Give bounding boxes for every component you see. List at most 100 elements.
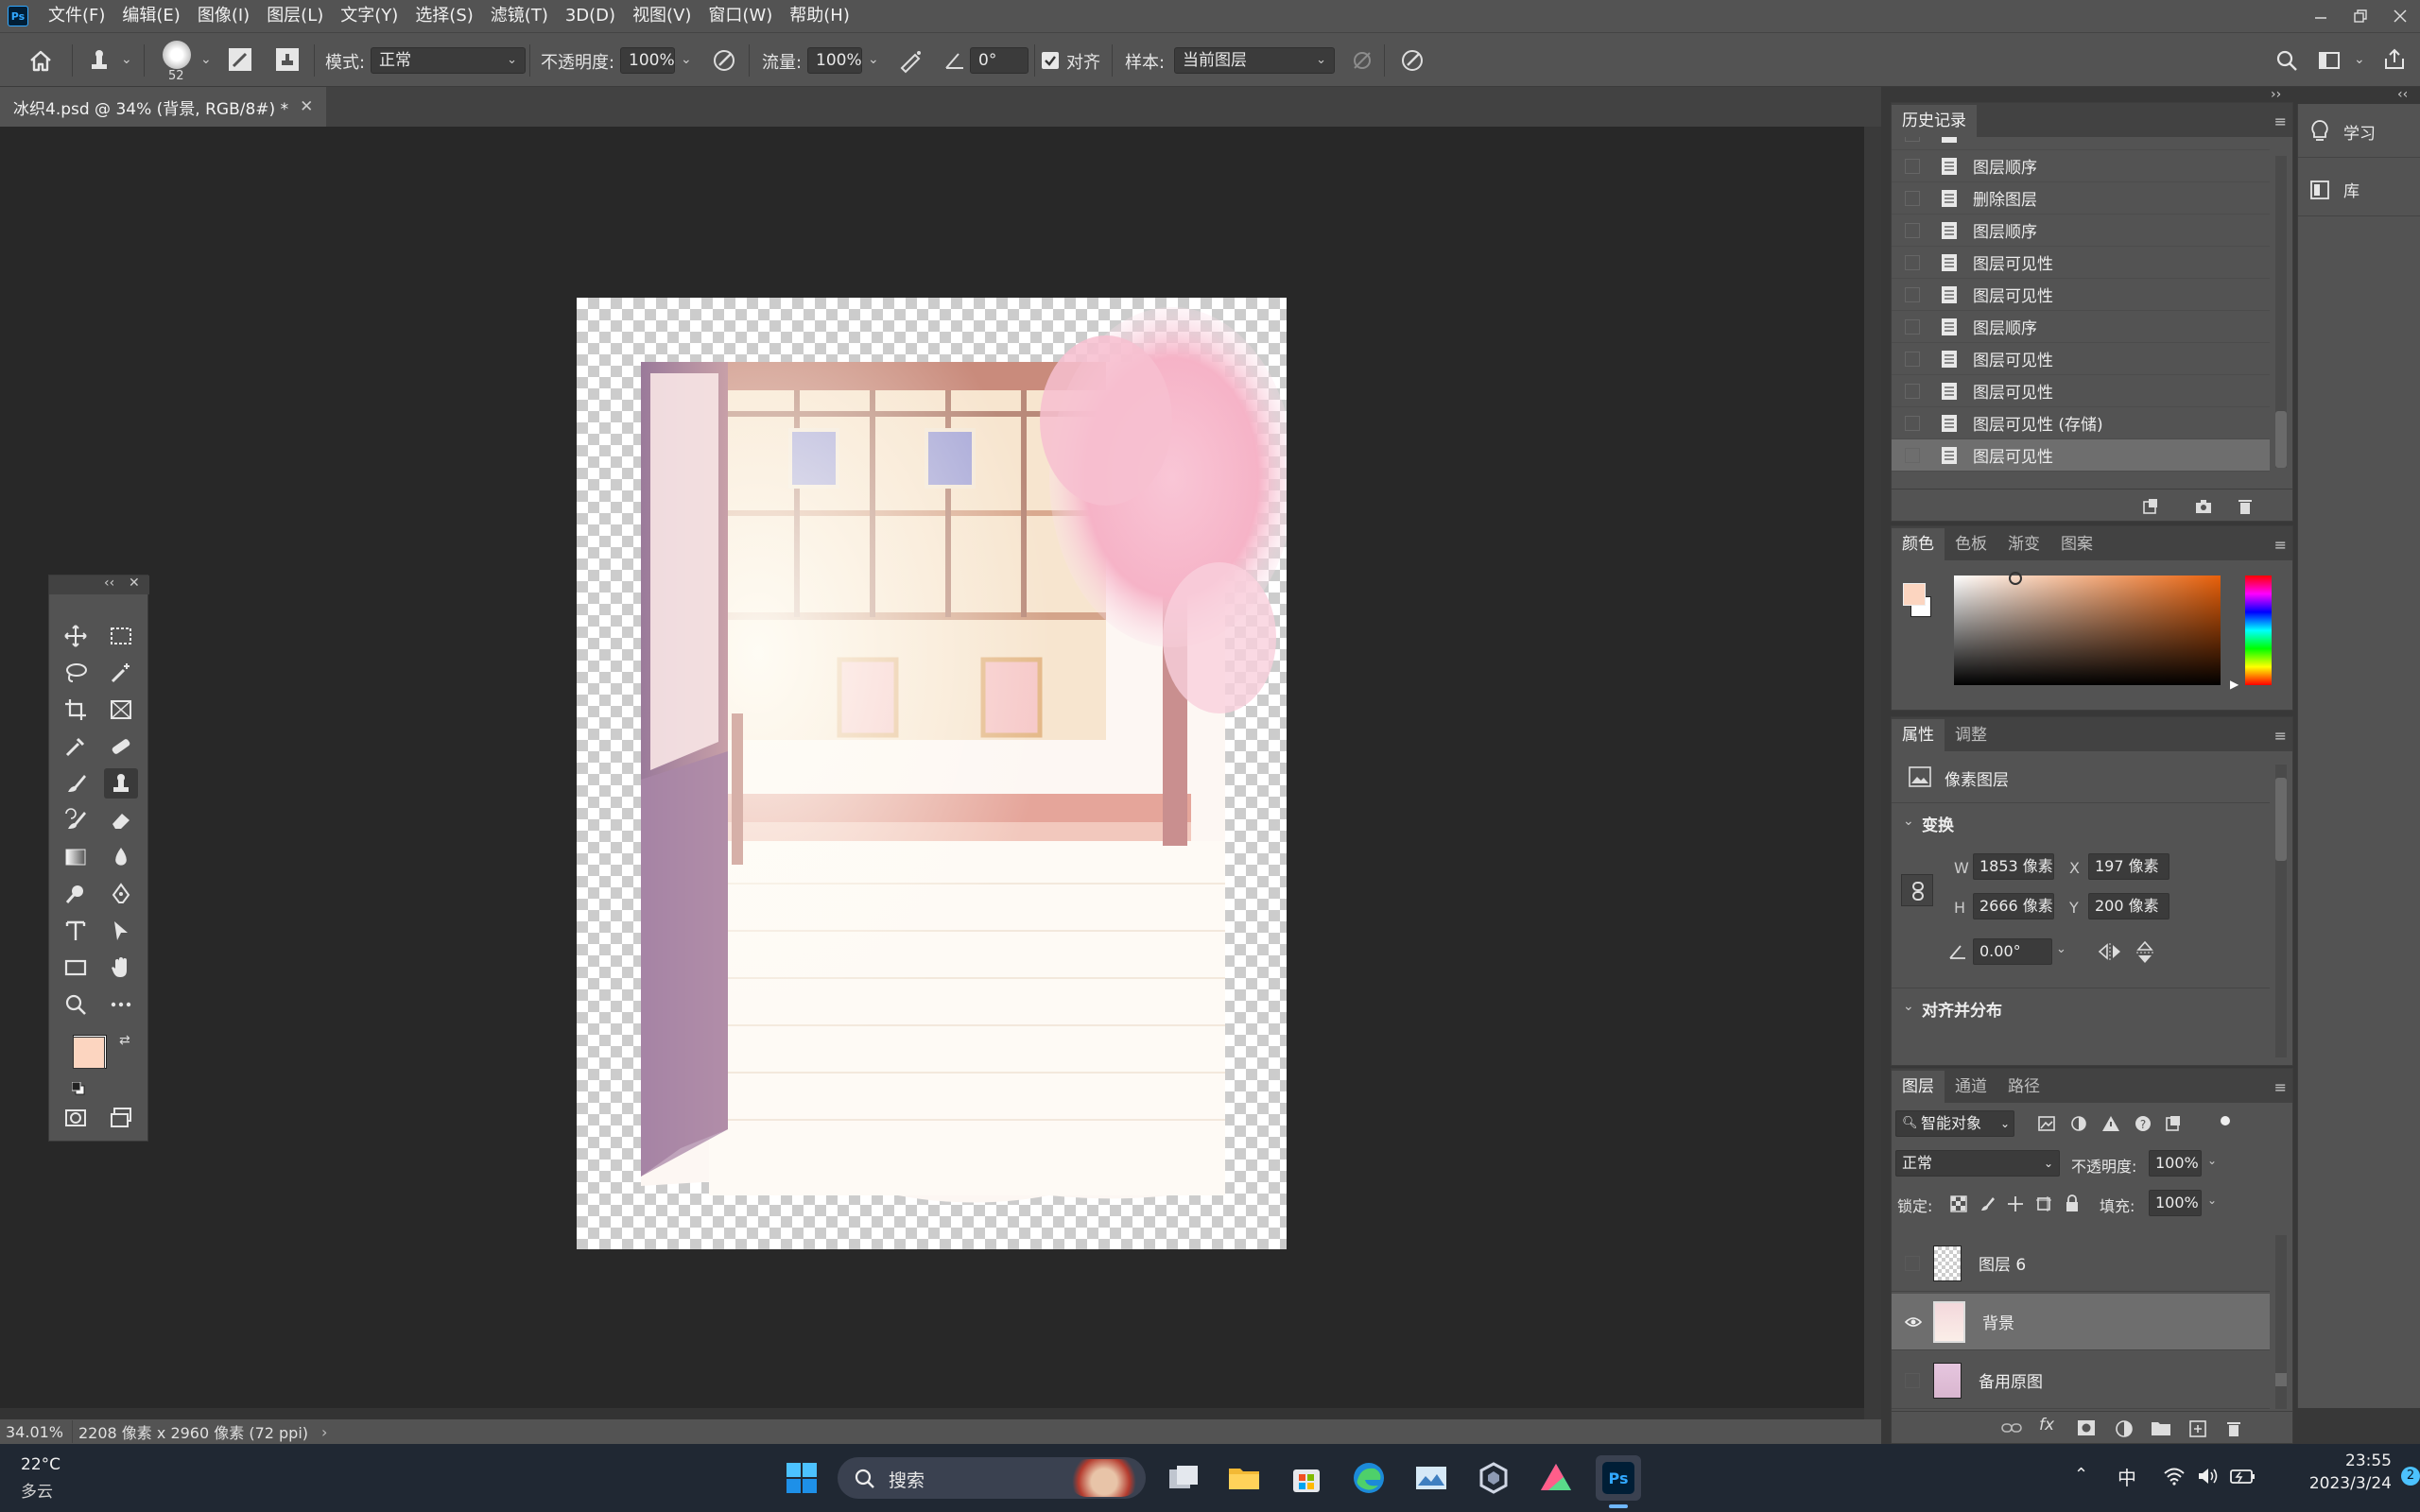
chevron-down-icon[interactable]: ⌄ <box>2207 1194 2217 1207</box>
layer-row[interactable]: 备用原图 <box>1892 1352 2270 1409</box>
fx-icon[interactable]: fx <box>2039 1416 2054 1435</box>
app-hexagon-icon[interactable] <box>1471 1455 1516 1501</box>
width-input[interactable]: 1853 像素 <box>1973 853 2054 880</box>
default-colors-icon[interactable] <box>72 1082 85 1095</box>
minimize-button[interactable] <box>2301 0 2341 32</box>
close-tab-icon[interactable]: ✕ <box>300 97 313 116</box>
more-tools-icon[interactable] <box>104 989 138 1020</box>
tab-paths[interactable]: 路径 <box>1997 1071 2050 1103</box>
brush-settings-icon[interactable] <box>227 46 253 73</box>
menu-layer[interactable]: 图层(L) <box>258 0 332 32</box>
history-item[interactable]: 图层可见性 <box>1892 343 2270 375</box>
chevron-down-icon[interactable]: ⌄ <box>2354 52 2365 67</box>
marquee-tool-icon[interactable] <box>104 621 138 651</box>
hue-marker-icon[interactable]: ▶ <box>2230 678 2238 691</box>
clone-source-icon[interactable] <box>274 46 301 73</box>
panel-menu-icon[interactable]: ≡ <box>2274 1078 2287 1096</box>
sample-select[interactable]: 当前图层 ⌄ <box>1174 47 1335 74</box>
menu-file[interactable]: 文件(F) <box>40 0 113 32</box>
wifi-icon[interactable] <box>2163 1467 2186 1486</box>
menu-select[interactable]: 选择(S) <box>406 0 481 32</box>
layer-name[interactable]: 图层 6 <box>1979 1251 2026 1275</box>
search-icon[interactable] <box>2274 48 2299 73</box>
link-dimensions-icon[interactable] <box>1901 874 1933 906</box>
clone-stamp-tool-icon[interactable] <box>104 768 138 799</box>
frame-tool-icon[interactable] <box>104 695 138 725</box>
align-distribute-title[interactable]: 对齐并分布 <box>1922 997 2002 1021</box>
tab-channels[interactable]: 通道 <box>1945 1071 1997 1103</box>
add-mask-icon[interactable] <box>2077 1419 2096 1436</box>
history-item[interactable]: 图层顺序 <box>1892 150 2270 182</box>
flip-horizontal-icon[interactable] <box>2098 942 2122 961</box>
photos-app-icon[interactable] <box>1409 1455 1454 1501</box>
document-canvas[interactable] <box>577 298 1287 1249</box>
layer-fill-input[interactable]: 100% <box>2149 1190 2202 1216</box>
lasso-tool-icon[interactable] <box>59 658 93 688</box>
home-icon[interactable] <box>26 46 55 75</box>
gradient-tool-icon[interactable] <box>59 842 93 872</box>
crop-tool-icon[interactable] <box>59 695 93 725</box>
history-checkbox[interactable] <box>1905 447 1920 463</box>
blur-tool-icon[interactable] <box>104 842 138 872</box>
collapse-panels-icon[interactable]: ›› <box>2271 87 2281 102</box>
edge-browser-icon[interactable] <box>1346 1455 1392 1501</box>
lock-all-icon[interactable] <box>2064 1194 2081 1212</box>
hue-slider[interactable] <box>2245 576 2272 685</box>
workspace-icon[interactable] <box>2318 49 2341 72</box>
tab-swatches[interactable]: 色板 <box>1945 528 1997 560</box>
healing-brush-tool-icon[interactable] <box>104 731 138 762</box>
chevron-up-icon[interactable]: ⌃ <box>2074 1465 2088 1485</box>
zoom-level[interactable]: 34.01% <box>0 1423 72 1441</box>
menu-image[interactable]: 图像(I) <box>189 0 258 32</box>
history-checkbox[interactable] <box>1905 254 1920 270</box>
panel-menu-icon[interactable]: ≡ <box>2274 112 2287 130</box>
pressure-size-icon[interactable] <box>1399 47 1426 74</box>
filter-smart-object-icon[interactable] <box>2164 1114 2183 1133</box>
libraries-button[interactable]: 库 <box>2309 178 2360 201</box>
chevron-down-icon[interactable]: ⌄ <box>1903 999 1914 1014</box>
layer-name[interactable]: 背景 <box>1982 1310 2014 1333</box>
trash-icon[interactable] <box>2236 497 2255 516</box>
history-scrollbar[interactable] <box>2275 156 2287 468</box>
notification-badge[interactable]: 2 <box>2401 1467 2420 1486</box>
filter-toggle-icon[interactable] <box>2221 1116 2230 1125</box>
history-checkbox[interactable] <box>1905 318 1920 335</box>
collapse-learn-icon[interactable]: ‹‹ <box>2397 87 2408 102</box>
dodge-tool-icon[interactable] <box>59 879 93 909</box>
history-item[interactable]: 图层顺序 <box>1892 215 2270 247</box>
lock-artboard-icon[interactable] <box>2035 1195 2052 1212</box>
status-expand-icon[interactable]: › <box>308 1423 327 1441</box>
layers-scrollbar[interactable] <box>2275 1235 2287 1409</box>
chevron-down-icon[interactable]: ⌄ <box>2056 942 2066 956</box>
angle-input[interactable]: 0° <box>970 47 1028 74</box>
properties-scrollbar[interactable] <box>2275 765 2287 1057</box>
chevron-down-icon[interactable]: ⌄ <box>1903 814 1914 829</box>
filter-pixel-icon[interactable] <box>2037 1114 2056 1133</box>
menu-edit[interactable]: 编辑(E) <box>113 0 188 32</box>
blend-mode-select[interactable]: 正常 ⌄ <box>1895 1150 2060 1177</box>
menu-view[interactable]: 视图(V) <box>624 0 700 32</box>
mode-select[interactable]: 正常 ⌄ <box>371 47 526 74</box>
volume-icon[interactable] <box>2197 1467 2220 1486</box>
brush-tool-icon[interactable] <box>59 768 93 799</box>
color-picker-field[interactable] <box>1954 576 2221 685</box>
history-item[interactable]: 图层可见性 <box>1892 375 2270 407</box>
x-input[interactable]: 197 像素 <box>2088 853 2169 880</box>
layer-name[interactable]: 备用原图 <box>1979 1368 2043 1392</box>
ime-indicator[interactable]: 中 <box>2118 1463 2136 1490</box>
history-item-selected[interactable]: 图层可见性 <box>1892 439 2270 472</box>
panel-menu-icon[interactable]: ≡ <box>2274 727 2287 745</box>
y-input[interactable]: 200 像素 <box>2088 893 2169 919</box>
screen-mode-icon[interactable] <box>104 1103 138 1133</box>
filter-help-icon[interactable]: ? <box>2134 1114 2152 1133</box>
history-checkbox[interactable] <box>1905 158 1920 174</box>
tab-adjustments[interactable]: 调整 <box>1945 719 1997 751</box>
rectangle-tool-icon[interactable] <box>59 953 93 983</box>
filter-warning-icon[interactable] <box>2101 1114 2120 1133</box>
chevron-down-icon[interactable]: ⌄ <box>2207 1154 2217 1167</box>
weather-widget[interactable]: 22°C 多云 <box>21 1455 60 1502</box>
menu-help[interactable]: 帮助(H) <box>781 0 858 32</box>
swap-colors-icon[interactable]: ⇄ <box>119 1033 130 1048</box>
history-item[interactable]: 图层可见性 (存储) <box>1892 407 2270 439</box>
chevron-down-icon[interactable]: ⌄ <box>121 52 132 67</box>
